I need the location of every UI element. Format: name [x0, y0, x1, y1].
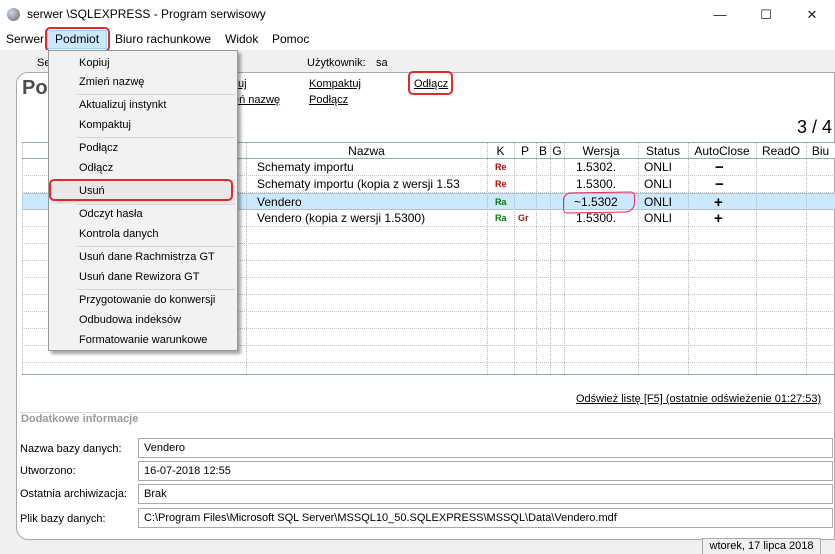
label-db-file: Plik bazy danych:	[20, 513, 106, 525]
field-created[interactable]: 16-07-2018 12:55	[138, 461, 833, 481]
grid-col-line	[514, 143, 515, 374]
menu-separator	[77, 246, 235, 247]
link-zmien-nazwe-partial[interactable]: eń nazwę	[233, 94, 280, 106]
usun-callout	[49, 179, 233, 201]
menu-separator	[77, 137, 235, 138]
cell-nazwa: Vendero	[257, 195, 302, 209]
cell-autoclose: +	[714, 194, 723, 211]
header-nazwa[interactable]: Nazwa	[246, 143, 487, 159]
cell-autoclose: +	[714, 210, 723, 227]
label-created: Utworzono:	[20, 465, 76, 477]
cell-k: Re	[495, 162, 507, 172]
cell-autoclose: −	[715, 159, 724, 176]
podmiot-callout	[45, 27, 110, 52]
user-label: Użytkownik:	[307, 57, 366, 69]
cell-status: ONLI	[644, 195, 673, 209]
cell-nazwa: Vendero (kopia z wersji 1.5300)	[257, 211, 426, 225]
cell-status: ONLI	[644, 211, 673, 225]
cell-autoclose: −	[715, 176, 724, 193]
cell-k: Ra	[495, 213, 507, 223]
header-p[interactable]: P	[514, 143, 536, 159]
grid-col-line	[487, 143, 488, 374]
menu-item-odlacz[interactable]: Odłącz	[79, 162, 113, 174]
grid-col-line	[536, 143, 537, 374]
label-last-archive: Ostatnia archiwizacja:	[20, 488, 127, 500]
menu-widok[interactable]: Widok	[225, 32, 258, 46]
grid-col-line	[246, 143, 247, 374]
status-date: wtorek, 17 lipca 2018	[702, 538, 821, 554]
cell-k: Ra	[495, 197, 507, 207]
field-last-archive[interactable]: Brak	[138, 484, 833, 504]
page-title: Po	[22, 77, 48, 99]
header-autoclose[interactable]: AutoClose	[688, 143, 756, 159]
header-wersja[interactable]: Wersja	[564, 143, 638, 159]
cell-status: ONLI	[644, 160, 673, 174]
grid-col-line	[806, 143, 807, 374]
grid-col-line	[550, 143, 551, 374]
empty-row	[22, 358, 835, 375]
odlacz-callout	[408, 71, 453, 95]
maximize-button[interactable]: ☐	[743, 0, 789, 29]
link-kompaktuj[interactable]: Kompaktuj	[309, 78, 361, 90]
menu-item-kontrola-danych[interactable]: Kontrola danych	[79, 228, 159, 240]
field-db-name[interactable]: Vendero	[138, 438, 833, 458]
cell-wersja: 1.5300.	[576, 177, 617, 191]
menu-item-odczyt-hasla[interactable]: Odczyt hasła	[79, 208, 143, 220]
menu-separator	[77, 94, 235, 95]
cell-wersja: 1.5302.	[576, 160, 617, 174]
grid-col-line	[638, 143, 639, 374]
header-biu[interactable]: Biu	[806, 143, 835, 159]
link-podlacz[interactable]: Podłącz	[309, 94, 348, 106]
header-g[interactable]: G	[550, 143, 564, 159]
field-db-file[interactable]: C:\Program Files\Microsoft SQL Server\MS…	[138, 508, 833, 528]
menu-pomoc[interactable]: Pomoc	[272, 32, 309, 46]
version-callout	[562, 191, 636, 214]
header-reado[interactable]: ReadO	[756, 143, 806, 159]
close-button[interactable]: ✕	[789, 0, 835, 29]
minimize-button[interactable]: —	[697, 0, 743, 29]
cell-p: Gr	[518, 213, 529, 223]
page-counter: 3 / 4	[797, 117, 833, 137]
menu-item-podlacz[interactable]: Podłącz	[79, 142, 118, 154]
cell-status: ONLI	[644, 177, 673, 191]
refresh-link[interactable]: Odśwież listę [F5] (ostatnie odświeżenie…	[576, 393, 821, 405]
grid-col-line	[564, 143, 565, 374]
menu-biuro-rachunkowe[interactable]: Biuro rachunkowe	[115, 32, 211, 46]
label-db-name: Nazwa bazy danych:	[20, 443, 122, 455]
menu-separator	[77, 289, 235, 290]
menu-item-kopiuj[interactable]: Kopiuj	[79, 57, 110, 69]
menu-item-przygotowanie-konwersji[interactable]: Przygotowanie do konwersji	[79, 294, 215, 306]
user-value: sa	[376, 57, 388, 69]
menu-item-usun-rachmistrz[interactable]: Usuń dane Rachmistrza GT	[79, 251, 215, 263]
window-title: serwer \SQLEXPRESS - Program serwisowy	[27, 7, 266, 21]
app-icon	[7, 8, 20, 21]
grid-col-line	[756, 143, 757, 374]
menu-item-usun-rewizor[interactable]: Usuń dane Rewizora GT	[79, 271, 199, 283]
menu-item-aktualizuj[interactable]: Aktualizuj instynkt	[79, 99, 166, 111]
grid-col-line	[688, 143, 689, 374]
cell-nazwa: Schematy importu	[257, 160, 354, 174]
menu-item-zmien-nazwe[interactable]: Zmień nazwę	[79, 76, 144, 88]
grid-col-line	[22, 143, 23, 374]
menu-item-formatowanie[interactable]: Formatowanie warunkowe	[79, 334, 207, 346]
cell-nazwa: Schematy importu (kopia z wersji 1.53	[257, 177, 460, 191]
header-k[interactable]: K	[487, 143, 514, 159]
link-kopiuj-partial[interactable]: uj	[238, 78, 247, 90]
header-b[interactable]: B	[536, 143, 550, 159]
header-status[interactable]: Status	[638, 143, 688, 159]
details-section-title: Dodatkowe informacje	[21, 413, 139, 425]
menu-separator	[77, 204, 235, 205]
divider	[20, 412, 835, 413]
cell-k: Re	[495, 179, 507, 189]
menu-serwer[interactable]: Serwer	[6, 32, 44, 46]
menu-item-odbudowa-indeksow[interactable]: Odbudowa indeksów	[79, 314, 181, 326]
menu-item-kompaktuj[interactable]: Kompaktuj	[79, 119, 131, 131]
